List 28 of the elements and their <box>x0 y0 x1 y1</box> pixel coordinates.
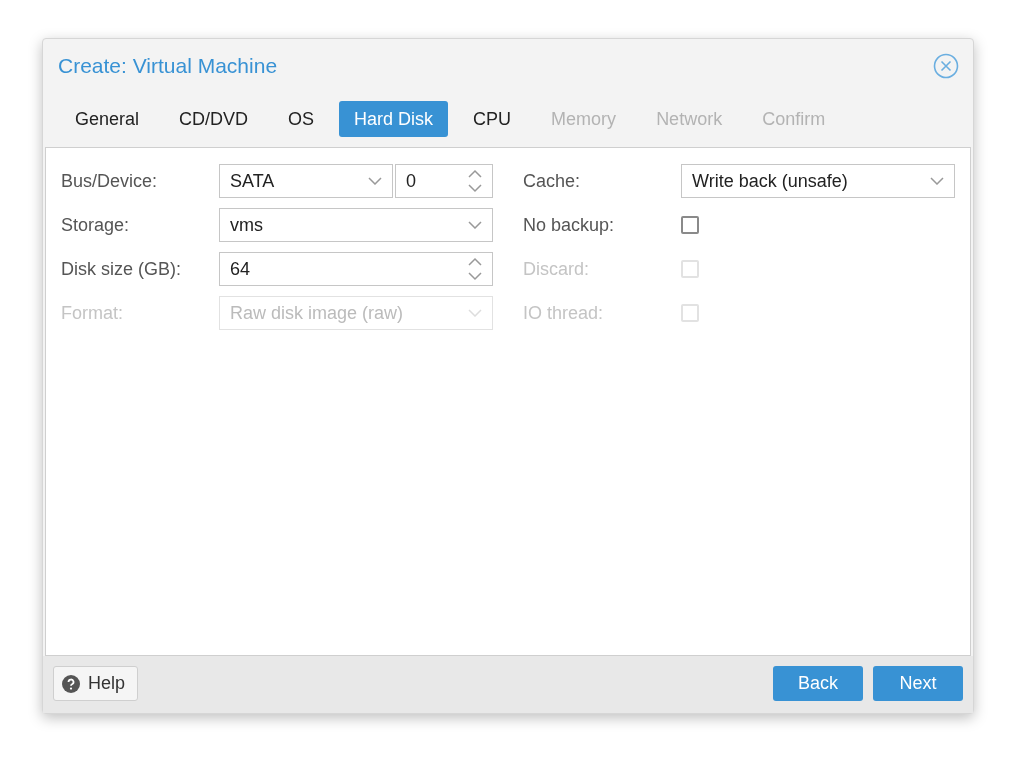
tab[interactable]: General <box>60 101 155 137</box>
chevron-down-icon <box>930 177 944 185</box>
chevron-down-icon <box>368 177 382 185</box>
field-label: Discard: <box>523 258 590 280</box>
chevron-down-icon <box>468 309 482 317</box>
checkbox[interactable] <box>681 216 699 234</box>
field-label: Cache: <box>523 170 582 192</box>
field-label: Bus/Device: <box>61 170 159 192</box>
dropdown-field[interactable]: SATA <box>219 164 393 198</box>
dropdown-field[interactable]: Write back (unsafe) <box>681 164 955 198</box>
number-field[interactable]: 64 <box>219 252 493 286</box>
chevron-down-icon <box>468 221 482 229</box>
spinner-arrows-icon <box>468 169 482 193</box>
question-icon <box>62 674 80 693</box>
spinner-arrows-icon <box>468 257 482 281</box>
dropdown-field[interactable]: vms <box>219 208 493 242</box>
window-title: Create: Virtual Machine <box>58 54 278 78</box>
field-label: Storage: <box>61 214 131 236</box>
field-label: Format: <box>61 302 124 324</box>
close-icon[interactable] <box>933 53 959 79</box>
field-label: Disk size (GB): <box>61 258 182 280</box>
field-label: No backup: <box>523 214 616 236</box>
number-field[interactable]: 0 <box>395 164 493 198</box>
tab[interactable]: OS <box>273 101 330 137</box>
tab[interactable]: CPU <box>458 101 527 137</box>
tab[interactable]: CD/DVD <box>164 101 264 137</box>
field-label: IO thread: <box>523 302 605 324</box>
help-button[interactable]: Help <box>53 666 139 701</box>
